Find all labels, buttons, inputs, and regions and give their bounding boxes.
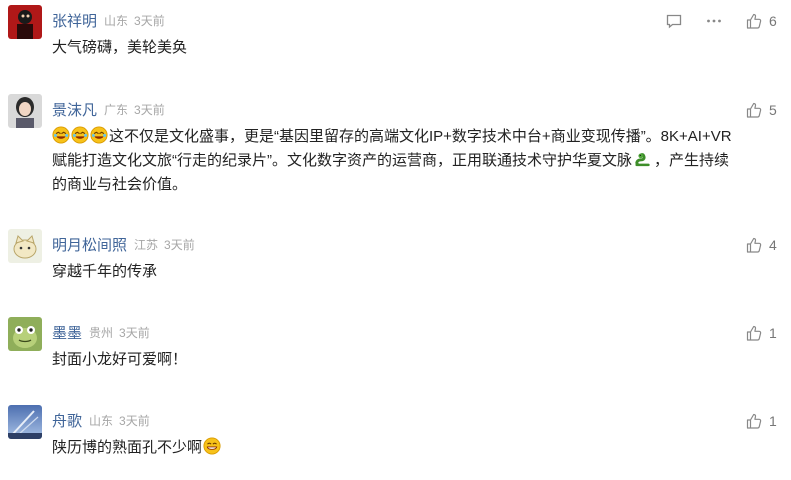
timestamp: 3天前: [134, 13, 165, 28]
like-count: 6: [769, 13, 777, 29]
comment-meta: 墨墨 贵州 3天前: [52, 321, 150, 343]
thumbs-up-icon: [745, 236, 763, 254]
snake-emoji: [635, 153, 650, 167]
location: 江苏: [134, 237, 159, 252]
avatar[interactable]: [8, 317, 42, 351]
avatar[interactable]: [8, 229, 42, 263]
thumbs-up-icon: [745, 12, 763, 30]
laughing-emoji: [90, 126, 108, 144]
reply-icon[interactable]: [665, 12, 683, 30]
avatar-woman-photo: [8, 94, 42, 128]
comment-text-main: 陕历博的熟面孔不少啊: [52, 439, 203, 456]
like-count: 4: [769, 237, 777, 253]
comment-actions: 6: [665, 10, 777, 32]
comment-meta: 景沫凡 广东 3天前: [52, 98, 165, 120]
username[interactable]: 明月松间照: [52, 234, 127, 255]
grin-emoji: [203, 437, 221, 455]
like-button[interactable]: 6: [745, 12, 777, 30]
timestamp: 3天前: [164, 237, 195, 252]
comment-text: 封面小龙好可爱啊！: [52, 351, 188, 368]
comment-text: 这不仅是文化盛事，更是“基因里留存的高端文化IP+数字技术中台+商业变现传播”。…: [52, 125, 732, 197]
like-button[interactable]: 4: [745, 236, 777, 254]
avatar[interactable]: [8, 405, 42, 439]
location: 广东: [104, 102, 129, 117]
location: 山东: [89, 413, 114, 428]
comment-meta: 张祥明 山东 3天前: [52, 9, 165, 31]
like-button[interactable]: 5: [745, 101, 777, 119]
comment-actions: 1: [745, 322, 777, 344]
more-icon[interactable]: [705, 12, 723, 30]
comment-text: 大气磅礴，美轮美奂: [52, 39, 188, 56]
comment-meta: 明月松间照 江苏 3天前: [52, 233, 195, 255]
username[interactable]: 舟歌: [52, 410, 82, 431]
timestamp: 3天前: [119, 413, 150, 428]
avatar[interactable]: [8, 5, 42, 39]
location: 山东: [104, 13, 129, 28]
comment-text: 陕历博的熟面孔不少啊: [52, 436, 732, 460]
comment-text: 穿越千年的传承: [52, 263, 158, 280]
avatar-cartoon-frog: [8, 317, 42, 351]
thumbs-up-icon: [745, 412, 763, 430]
username[interactable]: 张祥明: [52, 10, 97, 31]
comment-actions: 4: [745, 234, 777, 256]
avatar-cartoon-cat: [8, 229, 42, 263]
laughing-emoji: [52, 126, 70, 144]
thumbs-up-icon: [745, 101, 763, 119]
avatar[interactable]: [8, 94, 42, 128]
like-count: 1: [769, 413, 777, 429]
username[interactable]: 墨墨: [52, 322, 82, 343]
like-count: 1: [769, 325, 777, 341]
username[interactable]: 景沫凡: [52, 99, 97, 120]
comment-text-main: 这不仅是文化盛事，更是“基因里留存的高端文化IP+数字技术中台+商业变现传播”。…: [52, 128, 732, 169]
comment-actions: 1: [745, 410, 777, 432]
comment-actions: 5: [745, 99, 777, 121]
like-count: 5: [769, 102, 777, 118]
timestamp: 3天前: [119, 325, 150, 340]
timestamp: 3天前: [134, 102, 165, 117]
like-button[interactable]: 1: [745, 412, 777, 430]
laughing-emoji: [71, 126, 89, 144]
avatar-red-figure: [8, 5, 42, 39]
avatar-sky-scene: [8, 405, 42, 439]
comment-meta: 舟歌 山东 3天前: [52, 409, 150, 431]
like-button[interactable]: 1: [745, 324, 777, 342]
location: 贵州: [89, 325, 114, 340]
thumbs-up-icon: [745, 324, 763, 342]
